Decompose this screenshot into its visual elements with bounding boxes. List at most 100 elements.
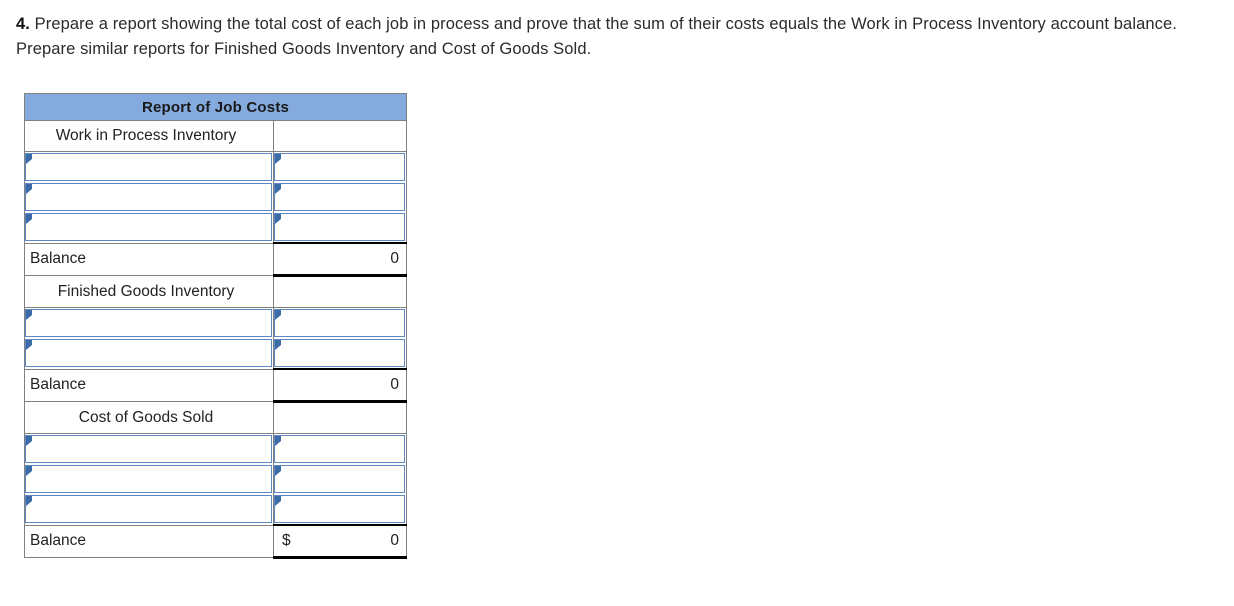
entry-label-cell xyxy=(24,338,274,369)
section-heading-label: Work in Process Inventory xyxy=(24,120,274,152)
worksheet-title: Report of Job Costs xyxy=(23,93,408,121)
worksheet-sections: Work in Process Inventory Balance 0 Fini… xyxy=(24,120,408,559)
entry-value-cell xyxy=(272,464,408,494)
section-heading-value xyxy=(272,275,408,308)
section-heading-value xyxy=(272,401,408,434)
balance-row: Balance $ 0 xyxy=(24,524,408,559)
amount-input-value xyxy=(283,154,400,180)
balance-value-cell: 0 xyxy=(272,368,408,403)
balance-amount: 0 xyxy=(390,250,400,267)
account-select-value xyxy=(34,436,267,462)
dropdown-triangle-icon xyxy=(275,310,281,320)
amount-input[interactable] xyxy=(274,309,406,337)
amount-input-value xyxy=(283,310,400,336)
balance-value-cell: $ 0 xyxy=(272,524,408,559)
section-heading-row-2: Cost of Goods Sold xyxy=(24,401,408,434)
entry-row xyxy=(24,433,408,464)
question-prompt: 4. Prepare a report showing the total co… xyxy=(16,12,1224,62)
amount-input-value xyxy=(283,496,400,522)
question-number: 4. xyxy=(16,15,30,33)
amount-input[interactable] xyxy=(274,465,406,493)
dropdown-triangle-icon xyxy=(275,214,281,224)
entry-label-cell xyxy=(24,151,274,182)
balance-amount: 0 xyxy=(390,376,400,393)
dropdown-triangle-icon xyxy=(275,340,281,350)
entry-row xyxy=(24,307,408,338)
entry-value-cell xyxy=(272,433,408,464)
account-select-value xyxy=(34,154,267,180)
dropdown-triangle-icon xyxy=(26,436,32,446)
entry-label-cell xyxy=(24,212,274,243)
entry-row xyxy=(24,338,408,369)
entry-label-cell xyxy=(24,464,274,494)
account-select[interactable] xyxy=(25,213,272,242)
balance-label: Balance xyxy=(24,368,274,402)
account-select[interactable] xyxy=(25,153,272,181)
balance-value-cell: 0 xyxy=(272,242,408,277)
report-of-job-costs-table: Report of Job Costs Work in Process Inve… xyxy=(23,93,408,559)
account-select[interactable] xyxy=(25,495,272,524)
account-select[interactable] xyxy=(25,309,272,337)
account-select[interactable] xyxy=(25,465,272,493)
entry-value-cell xyxy=(272,182,408,212)
amount-input[interactable] xyxy=(274,435,406,463)
question-text: Prepare a report showing the total cost … xyxy=(16,15,1177,58)
entry-row xyxy=(24,494,408,525)
account-select[interactable] xyxy=(25,339,272,368)
amount-input[interactable] xyxy=(274,213,406,241)
account-select-value xyxy=(34,214,267,240)
entry-row xyxy=(24,151,408,182)
balance-label: Balance xyxy=(24,524,274,558)
section-heading-label: Cost of Goods Sold xyxy=(24,401,274,434)
amount-input-value xyxy=(283,184,400,210)
amount-input[interactable] xyxy=(274,495,406,523)
amount-input-value xyxy=(283,340,400,366)
account-select-value xyxy=(34,184,267,210)
dropdown-triangle-icon xyxy=(26,340,32,351)
amount-input-value xyxy=(283,466,400,492)
worksheet-title-row: Report of Job Costs xyxy=(23,93,408,121)
dropdown-triangle-icon xyxy=(26,310,32,320)
account-select-value xyxy=(34,310,267,336)
dropdown-triangle-icon xyxy=(26,496,32,507)
dropdown-triangle-icon xyxy=(275,436,281,446)
amount-input-value xyxy=(283,436,400,462)
entry-value-cell xyxy=(272,338,408,369)
section-heading-label: Finished Goods Inventory xyxy=(24,275,274,308)
account-select[interactable] xyxy=(25,435,272,463)
entry-label-cell xyxy=(24,433,274,464)
dropdown-triangle-icon xyxy=(275,496,281,506)
entry-row xyxy=(24,182,408,212)
amount-input-value xyxy=(283,214,400,240)
account-select-value xyxy=(34,466,267,492)
balance-row: Balance 0 xyxy=(24,368,408,403)
entry-row xyxy=(24,212,408,243)
section-heading-row-1: Finished Goods Inventory xyxy=(24,275,408,308)
balance-currency-symbol: $ xyxy=(282,532,291,549)
dropdown-triangle-icon xyxy=(26,214,32,225)
section-heading-row-0: Work in Process Inventory xyxy=(24,120,408,152)
dropdown-triangle-icon xyxy=(275,184,281,194)
dropdown-triangle-icon xyxy=(275,466,281,476)
account-select-value xyxy=(34,496,267,522)
dropdown-triangle-icon xyxy=(26,154,32,164)
entry-value-cell xyxy=(272,494,408,525)
worksheet-body: Report of Job Costs xyxy=(23,93,408,121)
balance-row: Balance 0 xyxy=(24,242,408,277)
amount-input[interactable] xyxy=(274,153,406,181)
entry-label-cell xyxy=(24,182,274,212)
entry-value-cell xyxy=(272,212,408,243)
account-select[interactable] xyxy=(25,183,272,211)
balance-amount: 0 xyxy=(390,532,400,549)
balance-label: Balance xyxy=(24,242,274,276)
amount-input[interactable] xyxy=(274,183,406,211)
entry-value-cell xyxy=(272,307,408,338)
entry-label-cell xyxy=(24,307,274,338)
entry-label-cell xyxy=(24,494,274,525)
dropdown-triangle-icon xyxy=(26,466,32,476)
dropdown-triangle-icon xyxy=(26,184,32,194)
account-select-value xyxy=(34,340,267,366)
dropdown-triangle-icon xyxy=(275,154,281,164)
entry-value-cell xyxy=(272,151,408,182)
amount-input[interactable] xyxy=(274,339,406,367)
